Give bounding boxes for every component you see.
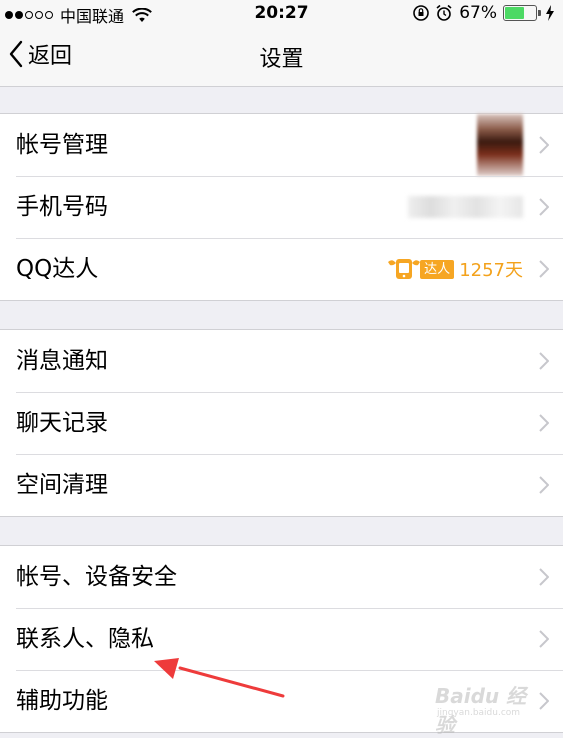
- row-label: 聊天记录: [16, 410, 108, 436]
- charging-bolt-icon: [546, 5, 554, 21]
- row-value: [408, 176, 523, 238]
- orientation-lock-icon: [413, 5, 430, 21]
- chevron-right-icon: [539, 476, 549, 494]
- phone-number-blurred: [408, 196, 523, 218]
- row-label: 空间清理: [16, 472, 108, 498]
- row-label: 联系人、隐私: [16, 626, 154, 652]
- chevron-left-icon: [9, 40, 23, 68]
- battery-cap: [538, 10, 541, 16]
- row-label: 辅助功能: [16, 688, 108, 714]
- row-chat-history[interactable]: 聊天记录: [0, 392, 563, 454]
- daren-tag: 达人: [420, 259, 455, 279]
- battery-icon: [503, 5, 537, 21]
- row-account-device-security[interactable]: 帐号、设备安全: [0, 546, 563, 608]
- row-value: 达人 1257天: [386, 238, 523, 300]
- chevron-right-icon: [539, 198, 549, 216]
- chevron-right-icon: [539, 568, 549, 586]
- chevron-right-icon: [539, 260, 549, 278]
- row-contacts-privacy[interactable]: 联系人、隐私: [0, 608, 563, 670]
- row-label: 帐号、设备安全: [16, 564, 177, 590]
- battery-percent: 67%: [459, 3, 497, 23]
- chevron-right-icon: [539, 136, 549, 154]
- row-phone-number[interactable]: 手机号码: [0, 176, 563, 238]
- row-label: 消息通知: [16, 348, 108, 374]
- status-bar: 中国联通 20:27 67%: [0, 0, 563, 26]
- back-label: 返回: [28, 44, 73, 69]
- settings-group-messages: 消息通知 聊天记录 空间清理: [0, 329, 563, 517]
- row-qq-daren[interactable]: QQ达人 达人 1257天: [0, 238, 563, 300]
- chevron-right-icon: [539, 352, 549, 370]
- row-account-management[interactable]: 帐号管理: [0, 114, 563, 176]
- daren-days: 1257天: [459, 260, 523, 281]
- row-message-notification[interactable]: 消息通知: [0, 330, 563, 392]
- chevron-right-icon: [539, 692, 549, 710]
- qq-daren-icon: [388, 259, 421, 279]
- row-storage-cleanup[interactable]: 空间清理: [0, 454, 563, 516]
- status-right: 67%: [412, 3, 555, 23]
- row-label: QQ达人: [16, 256, 99, 282]
- settings-group-account: 帐号管理 手机号码 QQ达人 达人 1257天: [0, 113, 563, 301]
- row-accessibility[interactable]: 辅助功能: [0, 670, 563, 732]
- alarm-icon: [436, 4, 452, 21]
- back-button[interactable]: 返回: [8, 38, 72, 70]
- chevron-right-icon: [539, 630, 549, 648]
- avatar: [477, 114, 523, 176]
- page-title: 设置: [259, 47, 304, 72]
- row-label: 手机号码: [16, 194, 108, 220]
- row-value: [477, 114, 523, 176]
- row-label: 帐号管理: [16, 132, 108, 158]
- settings-group-security: 帐号、设备安全 联系人、隐私 辅助功能: [0, 545, 563, 733]
- daren-badge: 达人 1257天: [386, 256, 523, 282]
- nav-bar: 返回 设置: [0, 26, 563, 87]
- chevron-right-icon: [539, 414, 549, 432]
